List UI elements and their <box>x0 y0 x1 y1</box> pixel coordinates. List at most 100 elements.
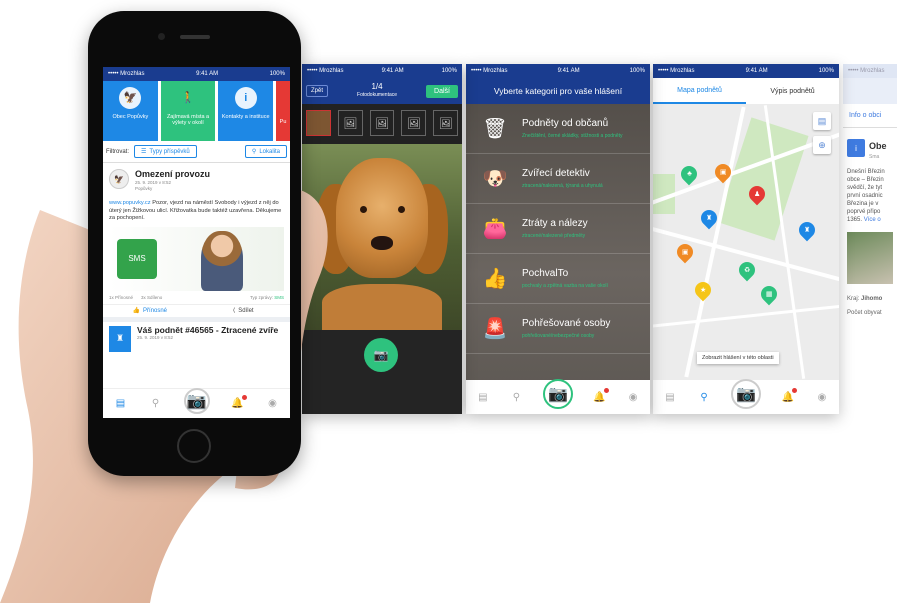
category-item-missing-persons[interactable]: 🚨 Pohřešované osoby pohřešované/nebezpečné… <box>466 304 650 354</box>
useful-button[interactable]: 👍 Přínosné <box>103 305 197 317</box>
bell-icon[interactable]: 🔔 <box>781 388 797 404</box>
post-card[interactable]: 🦅 Omezení provozu 25. 9. 2019 v 8:52 Popův… <box>103 163 290 291</box>
bell-icon[interactable]: 🔔 <box>593 388 609 404</box>
sms-icon: SMS <box>117 238 157 279</box>
camera-icon[interactable]: 📷 <box>364 338 398 372</box>
report-icon: ♜ <box>109 325 131 352</box>
siren-icon: 🚨 <box>482 318 508 340</box>
category-header: Vyberte kategorii pro vaše hlášení <box>466 78 650 104</box>
map-pin[interactable]: ♣ <box>677 162 701 186</box>
info-screen: ••••• Mrozhlas Info o obci i Obe Sma Dneš… <box>843 64 897 414</box>
sliders-icon: ☰ <box>141 149 147 155</box>
image-placeholder-icon[interactable]: 🖼 <box>337 110 363 136</box>
dog-eye <box>398 206 405 213</box>
map-pin[interactable]: ♻ <box>735 258 759 282</box>
photo-header: Zpět 1/4 Fotodokumentace Další <box>302 78 462 104</box>
report-card[interactable]: ♜ Váš podnět #46565 - Ztracené zvíře 25. … <box>103 322 290 356</box>
share-button[interactable]: ⟨ Sdílet <box>197 305 291 317</box>
dog-icon: 🐶 <box>482 168 508 190</box>
map-screen: ••••• Mrozhlas 9:41 AM 100% Mapa podnětů V… <box>653 64 839 414</box>
sms-banner-image: SMS <box>109 226 284 291</box>
tab-list[interactable]: Výpis podnětů <box>746 78 839 104</box>
back-button[interactable]: Zpět <box>306 85 329 97</box>
image-placeholder-icon[interactable]: 🖼 <box>369 110 395 136</box>
camera-button[interactable]: 📷 <box>183 387 210 414</box>
trash-icon: 🗑 <box>482 118 508 140</box>
post-types-button[interactable]: ☰ Typy příspěvků <box>134 145 197 158</box>
feed-icon[interactable]: ▤ <box>663 390 677 404</box>
camera-button[interactable]: 📷 <box>731 379 761 409</box>
map-pin[interactable]: ★ <box>691 278 715 302</box>
photo-counter: 1/4 Fotodokumentace <box>357 82 398 98</box>
post-body: www.popuvky.cz Pozor, vjezd na náměstí S… <box>109 200 282 221</box>
filter-bar: Filtrovat: ☰ Typy příspěvků ⚲ Lokalita <box>103 141 290 163</box>
tile-partial[interactable]: Pu <box>276 81 290 141</box>
municipality-text: Dnešní Březin obce – Březin svědčí, že t… <box>847 169 885 223</box>
map-pin[interactable]: ♜ <box>795 218 819 242</box>
show-reports-here-button[interactable]: Zobrazit hlášení v této oblasti <box>697 352 779 364</box>
info-header <box>843 78 897 104</box>
category-screen: ••••• Mrozhlas 9:41 AM 100% Vyberte katego… <box>466 64 650 414</box>
road <box>653 301 839 330</box>
map-marker-icon[interactable]: ⚲ <box>149 397 163 411</box>
region-row: Kraj: Jihomo <box>847 296 883 302</box>
feed-icon[interactable]: ▤ <box>114 397 128 411</box>
next-button[interactable]: Další <box>426 84 458 98</box>
tile-contacts[interactable]: i Kontakty a instituce <box>218 81 274 141</box>
feed-icon[interactable]: ▤ <box>476 390 490 404</box>
map-marker-icon[interactable]: ⚲ <box>697 390 711 404</box>
person-icon: ⚲ <box>251 149 257 155</box>
wallet-icon: 👛 <box>482 218 508 240</box>
category-list: 🗑 Podněty od občanů Znečištění, černé sklá… <box>466 104 650 354</box>
map-pin[interactable]: ▦ <box>757 282 781 306</box>
dog-eye <box>360 206 367 213</box>
category-item-citizens[interactable]: 🗑 Podněty od občanů Znečištění, černé sklá… <box>466 104 650 154</box>
layers-button[interactable]: ▤ <box>813 112 831 130</box>
location-button[interactable]: ⚲ Lokalita <box>244 145 287 158</box>
profile-icon[interactable]: ◉ <box>266 397 280 411</box>
map-pin[interactable]: ▣ <box>673 240 697 264</box>
website-link[interactable]: www.popuvky.cz <box>109 200 151 206</box>
info-icon: i <box>234 87 257 109</box>
tab-bar: ▤ ⚲ 📷 🔔 ◉ <box>103 387 290 418</box>
municipality-logo: 🦅 <box>109 169 129 189</box>
share-icon: ⟨ <box>232 308 236 314</box>
dog-head <box>336 158 428 278</box>
bell-icon[interactable]: 🔔 <box>231 394 247 411</box>
image-placeholder-icon[interactable]: 🖼 <box>401 110 427 136</box>
dog-nose <box>371 236 393 250</box>
map-marker-icon[interactable]: ⚲ <box>509 390 523 404</box>
badge-icon: 🦅 <box>119 87 142 109</box>
more-link[interactable]: Více o <box>864 217 881 223</box>
category-item-lost-found[interactable]: 👛 Ztráty a nálezy ztracené/nalezené předmě… <box>466 204 650 254</box>
locate-button[interactable]: ⊕ <box>813 136 831 154</box>
category-item-animal-detective[interactable]: 🐶 Zvířecí detektiv ztracená/nalezená, týra… <box>466 154 650 204</box>
population-row: Počet obyvat <box>847 310 882 316</box>
camera-button[interactable]: 📷 <box>542 379 573 409</box>
app-showcase: ••••• Mrozhlas Info o obci i Obe Sma Dneš… <box>0 0 897 603</box>
dog-paws <box>322 284 442 330</box>
photo-thumbnail[interactable] <box>306 110 331 136</box>
thumbs-up-icon: 👍 <box>482 268 508 290</box>
status-bar: ••••• Mrozhlas 9:41 AM 100% <box>653 64 839 78</box>
profile-icon[interactable]: ◉ <box>626 390 640 404</box>
tab-bar: ▤ ⚲ 📷 🔔 ◉ <box>466 379 650 414</box>
info-icon: i <box>847 139 865 157</box>
photo-thumbnails: 🖼 🖼 🖼 🖼 <box>302 104 462 144</box>
feed-screen: ••••• Mrozhlas 9:41 AM 100% 🦅 Obec Popůvky … <box>103 67 290 418</box>
profile-icon[interactable]: ◉ <box>815 390 829 404</box>
tab-info[interactable]: Info o obci <box>843 104 897 128</box>
image-placeholder-icon[interactable]: 🖼 <box>433 110 458 136</box>
tile-municipality[interactable]: 🦅 Obec Popůvky <box>103 81 158 141</box>
tile-places-trips[interactable]: 🚶 Zajímavá místa a výlety v okolí <box>160 81 216 141</box>
map-tabs: Mapa podnětů Výpis podnětů <box>653 78 839 104</box>
category-item-praise[interactable]: 👍 PochvalTo pochvaly a zpětná vazba na vaš… <box>466 254 650 304</box>
speaker <box>180 35 210 39</box>
status-bar: ••••• Mrozhlas 9:41 AM 100% <box>103 67 290 81</box>
post-actions: 👍 Přínosné ⟨ Sdílet <box>103 303 291 322</box>
map-view[interactable]: ▤ ⊕ ♣ ▣ ♟ ♜ ♜ ▣ ♻ ★ ▦ Zobrazit hlášení v… <box>653 104 839 380</box>
hiker-icon: 🚶 <box>181 92 195 104</box>
home-button[interactable] <box>177 429 211 463</box>
thumbs-up-icon: 👍 <box>132 308 140 314</box>
tab-map[interactable]: Mapa podnětů <box>653 78 746 104</box>
